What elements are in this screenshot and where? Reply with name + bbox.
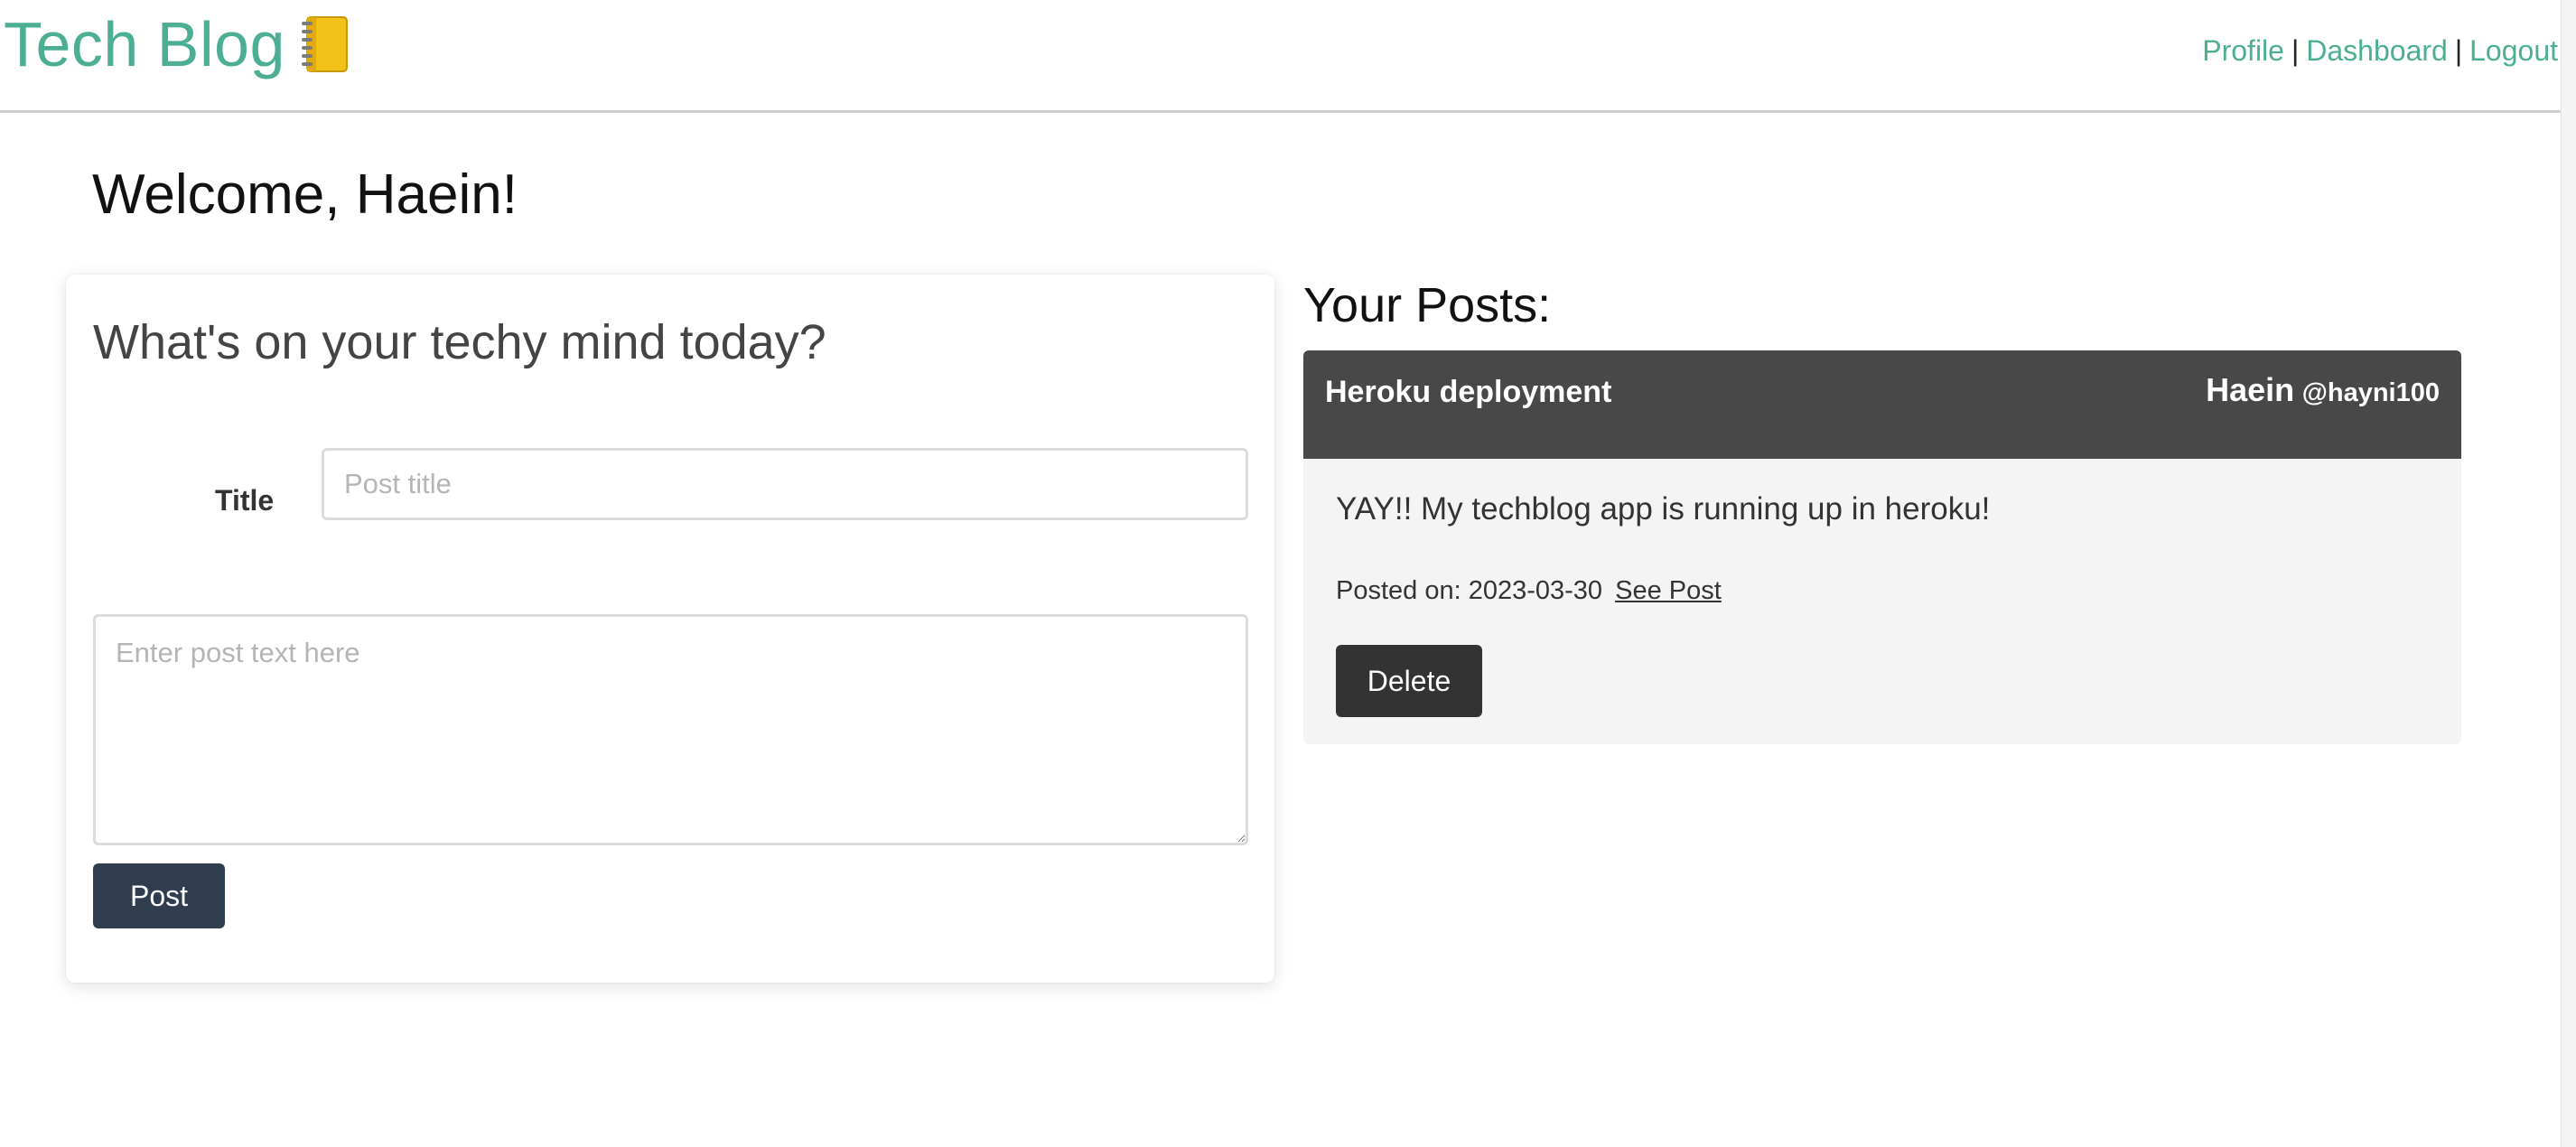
nav-separator: | bbox=[2454, 34, 2463, 67]
delete-post-button[interactable]: Delete bbox=[1336, 645, 1482, 717]
page: Tech Blog Profile | Dashboard | Logout W… bbox=[0, 0, 2576, 1147]
posted-on-text: Posted on: 2023-03-30 bbox=[1336, 576, 1603, 605]
post-submit-button[interactable]: Post bbox=[93, 863, 225, 928]
nav-dashboard-link[interactable]: Dashboard bbox=[2306, 34, 2448, 67]
post-card: Heroku deployment Haein @hayni100 YAY!! … bbox=[1303, 350, 2461, 744]
welcome-heading: Welcome, Haein! bbox=[92, 163, 518, 226]
author-name: Haein bbox=[2206, 371, 2295, 408]
post-body-text: YAY!! My techblog app is running up in h… bbox=[1336, 491, 1991, 527]
compose-heading: What's on your techy mind today? bbox=[93, 315, 826, 369]
author-handle: @hayni100 bbox=[2301, 378, 2440, 407]
your-posts-heading: Your Posts: bbox=[1303, 278, 1552, 332]
see-post-link[interactable]: See Post bbox=[1615, 576, 1722, 605]
top-nav: Profile | Dashboard | Logout bbox=[2202, 31, 2558, 70]
brand-title[interactable]: Tech Blog bbox=[4, 4, 285, 85]
notebook-icon bbox=[300, 14, 350, 74]
post-author: Haein @hayni100 bbox=[2206, 370, 2440, 417]
nav-profile-link[interactable]: Profile bbox=[2202, 34, 2284, 67]
post-title: Heroku deployment bbox=[1325, 375, 1612, 409]
nav-logout-link[interactable]: Logout bbox=[2469, 34, 2558, 67]
title-label: Title bbox=[215, 484, 275, 517]
post-card-header: Heroku deployment Haein @hayni100 bbox=[1303, 350, 2461, 459]
page-scrollbar[interactable] bbox=[2561, 0, 2576, 1147]
compose-post-card: What's on your techy mind today? Title P… bbox=[66, 275, 1274, 983]
post-title-input[interactable] bbox=[322, 448, 1248, 520]
brand[interactable]: Tech Blog bbox=[4, 4, 350, 85]
top-header: Tech Blog Profile | Dashboard | Logout bbox=[0, 0, 2562, 113]
post-meta: Posted on: 2023-03-30 See Post bbox=[1336, 573, 1722, 609]
nav-separator: | bbox=[2291, 34, 2300, 67]
post-body-textarea[interactable] bbox=[93, 614, 1248, 845]
